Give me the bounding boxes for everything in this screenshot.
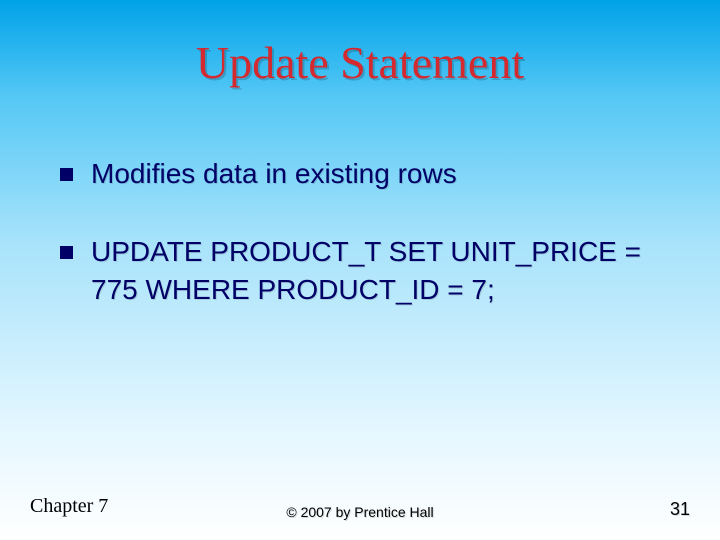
slide: Update Statement Modifies data in existi… bbox=[0, 0, 720, 540]
square-bullet-icon bbox=[60, 246, 73, 259]
slide-title: Update Statement bbox=[0, 36, 720, 89]
slide-body: Modifies data in existing rows UPDATE PR… bbox=[60, 155, 670, 348]
bullet-text: Modifies data in existing rows bbox=[91, 155, 670, 193]
bullet-item: Modifies data in existing rows bbox=[60, 155, 670, 193]
square-bullet-icon bbox=[60, 168, 73, 181]
bullet-item: UPDATE PRODUCT_T SET UNIT_PRICE = 775 WH… bbox=[60, 233, 670, 309]
bullet-text: UPDATE PRODUCT_T SET UNIT_PRICE = 775 WH… bbox=[91, 233, 670, 309]
footer-page-number: 31 bbox=[670, 499, 690, 520]
footer-copyright: © 2007 by Prentice Hall bbox=[0, 504, 720, 520]
